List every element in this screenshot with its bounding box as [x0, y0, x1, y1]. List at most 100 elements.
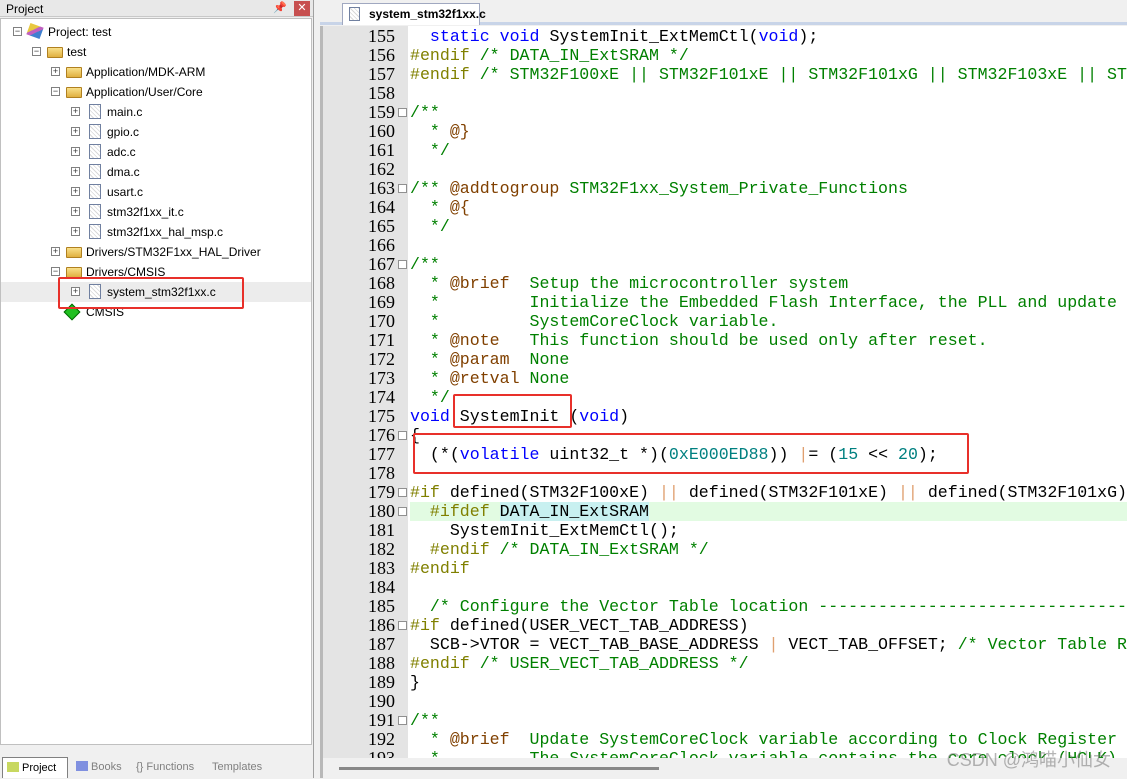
- expand-icon[interactable]: +: [71, 147, 80, 156]
- tree-item[interactable]: + Application/MDK-ARM: [1, 62, 311, 82]
- expand-icon[interactable]: +: [71, 187, 80, 196]
- expand-icon[interactable]: +: [71, 287, 80, 296]
- code-token: defined(USER_VECT_TAB_ADDRESS): [439, 616, 749, 635]
- tree-item-label: gpio.c: [107, 125, 140, 139]
- tab-books[interactable]: Books: [72, 757, 130, 778]
- code-line: SCB->VTOR = VECT_TAB_BASE_ADDRESS | VECT…: [410, 635, 1127, 654]
- tab-project-tab[interactable]: Project: [2, 757, 68, 778]
- code-token: #endif: [410, 46, 470, 65]
- code-token: */: [410, 217, 450, 236]
- line-number: 159: [368, 102, 395, 122]
- line-number: 193: [368, 748, 395, 759]
- collapse-icon[interactable]: −: [51, 267, 60, 276]
- code-token: *: [410, 369, 450, 388]
- code-line: #endif /* USER_VECT_TAB_ADDRESS */: [410, 654, 1127, 673]
- code-line: #if defined(USER_VECT_TAB_ADDRESS): [410, 616, 1127, 635]
- tree-item[interactable]: + main.c: [1, 102, 311, 122]
- code-token: @param: [449, 350, 510, 369]
- line-number: 157: [368, 64, 395, 84]
- expand-icon[interactable]: +: [71, 127, 80, 136]
- line-number: 191: [368, 710, 395, 730]
- scrollbar-thumb[interactable]: [339, 767, 659, 770]
- code-token: ||: [658, 483, 679, 502]
- code-token: @addtogroup: [449, 179, 560, 198]
- line-number: 189: [368, 672, 395, 692]
- code-line: {: [410, 426, 1127, 445]
- fold-icon[interactable]: [398, 108, 407, 117]
- line-number: 178: [368, 463, 395, 483]
- line-number: 187: [368, 634, 395, 654]
- tree-item[interactable]: + stm32f1xx_hal_msp.c: [1, 222, 311, 242]
- expand-icon[interactable]: +: [51, 67, 60, 76]
- tab-templates[interactable]: Templates: [208, 757, 294, 778]
- tree-item[interactable]: − Application/User/Core: [1, 82, 311, 102]
- code-line: /* Configure the Vector Table location -…: [410, 597, 1127, 616]
- folder-icon: [66, 247, 82, 258]
- expand-icon[interactable]: +: [51, 247, 60, 256]
- code-token: 15: [838, 445, 859, 464]
- collapse-icon[interactable]: −: [13, 27, 22, 36]
- tab-functions[interactable]: {} Functions: [132, 757, 206, 778]
- fold-icon[interactable]: [398, 716, 407, 725]
- tree-item[interactable]: + Drivers/STM32F1xx_HAL_Driver: [1, 242, 311, 262]
- tree-item-label: adc.c: [107, 145, 136, 159]
- pin-icon[interactable]: 📌: [273, 1, 287, 14]
- close-icon[interactable]: ✕: [294, 1, 310, 16]
- fold-icon[interactable]: [398, 184, 407, 193]
- collapse-icon[interactable]: −: [32, 47, 41, 56]
- code-line: #if defined(STM32F100xE) || defined(STM3…: [410, 483, 1127, 502]
- line-number: 162: [368, 159, 395, 179]
- fold-icon[interactable]: [398, 507, 407, 516]
- code-token: #ifdef: [429, 502, 490, 521]
- fold-icon[interactable]: [398, 488, 407, 497]
- code-area[interactable]: 155 156 157 158 159 160 161 162 163 164 165 166 167 1…: [320, 26, 1127, 758]
- collapse-icon[interactable]: −: [51, 87, 60, 96]
- code-token: @note: [449, 331, 500, 350]
- code-token: @retval: [449, 369, 520, 388]
- line-number: 180: [368, 501, 395, 521]
- line-number: 161: [368, 140, 395, 160]
- expand-icon[interactable]: +: [71, 207, 80, 216]
- code-token: * Initialize the Embedded Flash Interfac…: [410, 293, 1127, 312]
- fold-icon[interactable]: [398, 260, 407, 269]
- code-line: * @}: [410, 122, 1127, 141]
- tree-item[interactable]: + dma.c: [1, 162, 311, 182]
- code-token: /**: [410, 179, 450, 198]
- code-token: #if: [410, 483, 440, 502]
- line-number: 174: [368, 387, 395, 407]
- tree-item[interactable]: + system_stm32f1xx.c: [1, 282, 311, 302]
- expand-icon[interactable]: +: [71, 167, 80, 176]
- code-token: @{: [449, 198, 470, 217]
- code-line: #endif /* STM32F100xE || STM32F101xE || …: [410, 65, 1127, 84]
- tree-item-label: CMSIS: [86, 305, 125, 319]
- code-token: SCB->VTOR = VECT_TAB_BASE_ADDRESS: [410, 635, 769, 654]
- tab-system-stm32f1xx-c[interactable]: system_stm32f1xx.c: [342, 3, 486, 25]
- tree-item[interactable]: + usart.c: [1, 182, 311, 202]
- file-icon: [89, 284, 101, 299]
- code-token: */: [410, 141, 450, 160]
- line-number: 173: [368, 368, 395, 388]
- tree-item[interactable]: − Drivers/CMSIS: [1, 262, 311, 282]
- tree-item[interactable]: CMSIS: [1, 302, 311, 322]
- file-icon: [89, 224, 101, 239]
- code-token: @}: [449, 122, 470, 141]
- line-number: 177: [368, 444, 395, 464]
- line-number: 168: [368, 273, 395, 293]
- line-number: 158: [368, 83, 395, 103]
- line-number: 164: [368, 197, 395, 217]
- expand-icon[interactable]: +: [71, 107, 80, 116]
- line-number: 179: [368, 482, 395, 502]
- tree-item[interactable]: + stm32f1xx_it.c: [1, 202, 311, 222]
- fold-icon[interactable]: [398, 431, 407, 440]
- tree-item[interactable]: − Project: test: [1, 22, 311, 42]
- line-number: 186: [368, 615, 395, 635]
- tree-item[interactable]: + gpio.c: [1, 122, 311, 142]
- fold-icon[interactable]: [398, 621, 407, 630]
- tree-item[interactable]: − test: [1, 42, 311, 62]
- code-token: This function should be used only after …: [499, 331, 988, 350]
- tree-item[interactable]: + adc.c: [1, 142, 311, 162]
- expand-icon[interactable]: +: [71, 227, 80, 236]
- code-token: @brief: [449, 730, 510, 749]
